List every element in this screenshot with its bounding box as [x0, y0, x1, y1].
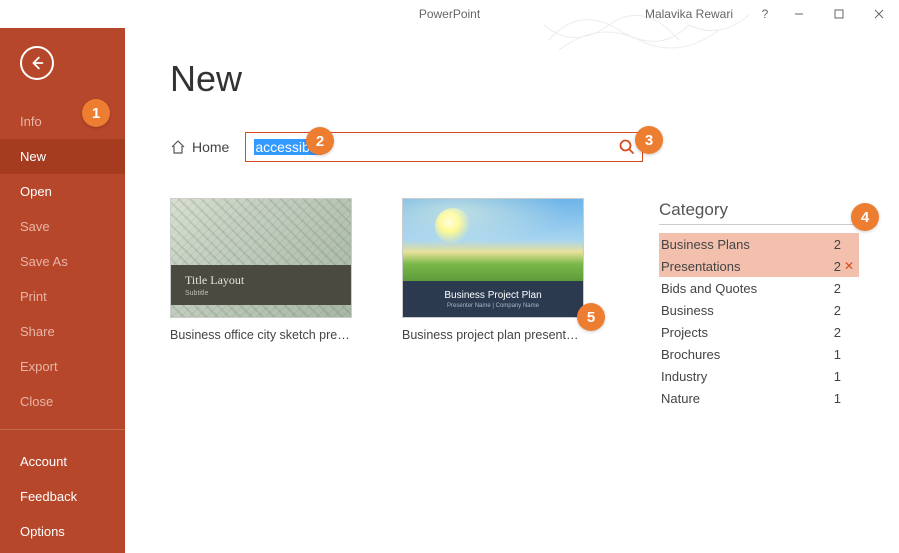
template-thumbnail[interactable]: Title Layout Subtitle [170, 198, 352, 318]
category-item[interactable]: Projects2✕ [659, 321, 859, 343]
category-name: Industry [661, 369, 817, 384]
thumb-title: Business Project Plan [444, 290, 541, 301]
sidebar-separator [0, 429, 125, 430]
thumb-subtitle: Subtitle [185, 290, 351, 297]
app-title: PowerPoint [419, 7, 480, 21]
category-count: 2 [817, 281, 841, 296]
sidebar-item-share[interactable]: Share [0, 314, 125, 349]
search-row: Home accessible [170, 132, 859, 162]
category-panel: Category Business Plans2✕Presentations2✕… [659, 198, 859, 409]
home-link[interactable]: Home [170, 139, 229, 155]
sidebar-item-feedback[interactable]: Feedback [0, 479, 125, 514]
category-title: Category [659, 200, 859, 220]
template-thumbnail[interactable]: Business Project Plan Presenter Name | Co… [402, 198, 584, 318]
category-item[interactable]: Business Plans2✕ [659, 233, 859, 255]
category-count: 2 [817, 303, 841, 318]
category-count: 2 [817, 325, 841, 340]
category-name: Business Plans [661, 237, 817, 252]
category-name: Projects [661, 325, 817, 340]
template-label: Business project plan presentatio… [402, 328, 584, 342]
search-box: accessible [245, 132, 643, 162]
template-label: Business office city sketch prese… [170, 328, 352, 342]
category-item[interactable]: Presentations2✕ [659, 255, 859, 277]
help-button[interactable]: ? [751, 0, 779, 28]
category-count: 2 [817, 259, 841, 274]
sidebar-item-info[interactable]: Info [0, 104, 125, 139]
sidebar-item-options[interactable]: Options [0, 514, 125, 549]
thumb-title: Title Layout [185, 273, 351, 288]
sidebar-item-export[interactable]: Export [0, 349, 125, 384]
sidebar-item-account[interactable]: Account [0, 444, 125, 479]
sidebar-item-new[interactable]: New [0, 139, 125, 174]
category-item[interactable]: Nature1✕ [659, 387, 859, 409]
category-item[interactable]: Business2✕ [659, 299, 859, 321]
sidebar-item-save-as[interactable]: Save As [0, 244, 125, 279]
search-input[interactable]: accessible [254, 139, 618, 155]
category-name: Brochures [661, 347, 817, 362]
home-icon [170, 139, 186, 155]
category-count: 1 [817, 347, 841, 362]
content-area: New Home accessible Title Layout Subtitle… [125, 28, 899, 553]
sidebar-item-close[interactable]: Close [0, 384, 125, 419]
category-count: 1 [817, 391, 841, 406]
maximize-button[interactable] [819, 0, 859, 28]
template-card[interactable]: Business Project Plan Presenter Name | Co… [402, 198, 584, 342]
template-results: Title Layout Subtitle Business office city… [170, 198, 584, 342]
home-label: Home [192, 139, 229, 155]
category-name: Nature [661, 391, 817, 406]
category-item[interactable]: Brochures1✕ [659, 343, 859, 365]
category-count: 1 [817, 369, 841, 384]
back-button[interactable] [20, 46, 54, 80]
category-remove-icon[interactable]: ✕ [841, 259, 857, 273]
close-button[interactable] [859, 0, 899, 28]
category-name: Presentations [661, 259, 817, 274]
category-name: Bids and Quotes [661, 281, 817, 296]
sidebar-item-open[interactable]: Open [0, 174, 125, 209]
divider [659, 224, 859, 225]
thumb-subtitle: Presenter Name | Company Name [447, 303, 539, 309]
title-bar: PowerPoint Malavika Rewari ? [0, 0, 899, 28]
category-name: Business [661, 303, 817, 318]
search-icon[interactable] [618, 138, 636, 156]
user-name[interactable]: Malavika Rewari [645, 7, 733, 21]
backstage-sidebar: InfoNewOpenSaveSave AsPrintShareExportCl… [0, 28, 125, 553]
page-title: New [170, 58, 859, 100]
minimize-button[interactable] [779, 0, 819, 28]
template-card[interactable]: Title Layout Subtitle Business office city… [170, 198, 352, 342]
category-item[interactable]: Bids and Quotes2✕ [659, 277, 859, 299]
category-count: 2 [817, 237, 841, 252]
category-item[interactable]: Industry1✕ [659, 365, 859, 387]
sidebar-item-save[interactable]: Save [0, 209, 125, 244]
sidebar-item-print[interactable]: Print [0, 279, 125, 314]
